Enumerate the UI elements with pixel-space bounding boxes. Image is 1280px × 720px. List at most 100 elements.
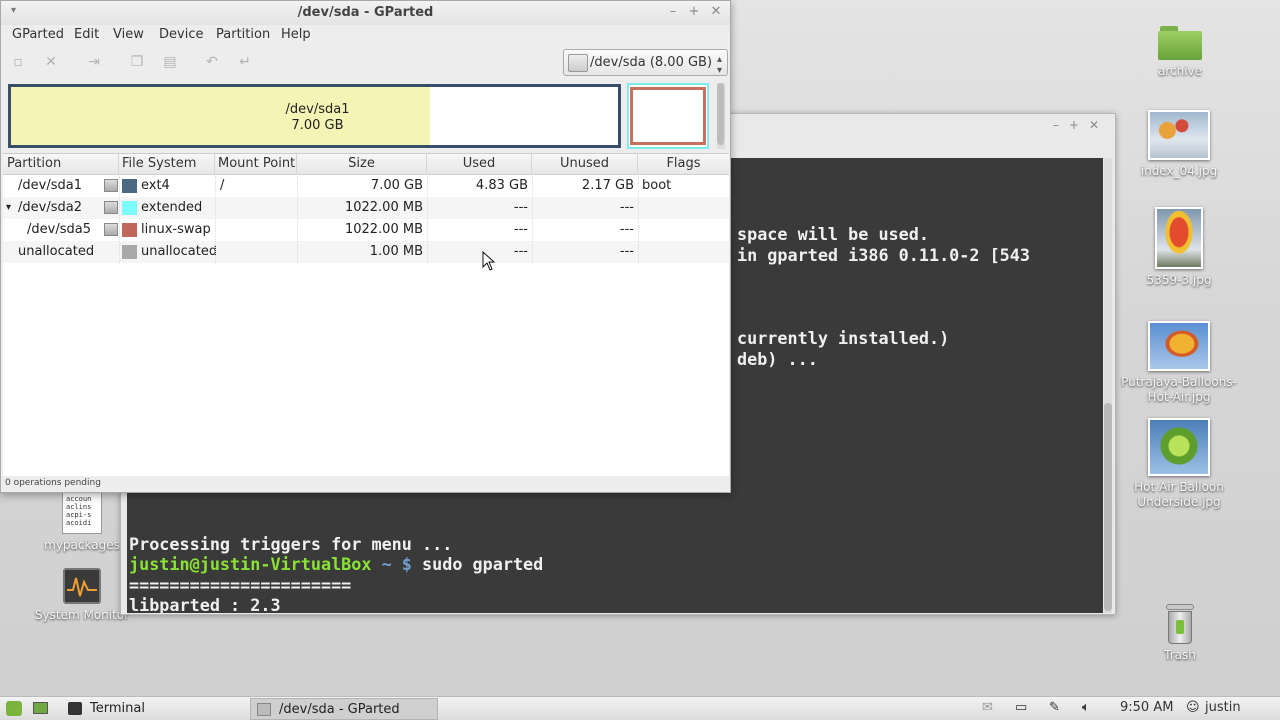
device-selector[interactable]: /dev/sda (8.00 GB) ▴ ▾ [563,49,728,76]
terminal-window-controls[interactable]: –+✕ [1053,118,1109,132]
desktop-icon-hot-air-balloon[interactable]: Hot Air Balloon Underside.jpg [1119,418,1239,510]
volume-icon[interactable]: 🔈︎ [1082,700,1090,715]
mint-menu-icon[interactable] [6,701,22,716]
cell-unused: --- [619,200,634,215]
partition-size: 7.00 GB [291,118,344,133]
image-icon [1148,110,1210,160]
desktop-icon-label: System Monitor [34,608,130,622]
image-icon [1148,321,1210,371]
user-icon[interactable]: ☺ [1186,700,1200,715]
desktop-icon-label: index_04.jpg [1140,164,1218,178]
cell-partition: unallocated [18,244,95,259]
menu-gparted[interactable]: GParted [12,27,64,42]
show-desktop-icon[interactable] [33,702,48,714]
expander-arrow-icon[interactable]: ▾ [6,202,11,213]
disk-map-scrollbar[interactable] [717,83,725,149]
cell-used: --- [513,222,528,237]
terminal-line: currently installed.) [737,328,950,348]
terminal-line: libparted : 2.3 [129,595,281,613]
scrollbar-thumb[interactable] [717,83,725,145]
lock-icon [104,179,118,192]
terminal-line: ====================== [129,575,352,595]
taskbar-item-gparted[interactable]: /dev/sda - GParted [250,698,438,720]
system-monitor-icon [63,568,101,604]
window-title: /dev/sda - GParted [297,5,434,20]
terminal-icon [68,702,82,715]
desktop-icon-5359-3[interactable]: 5359-3.jpg [1119,207,1239,288]
table-row[interactable]: ▾ /dev/sda2 extended 1022.00 MB --- --- [3,197,729,219]
status-bar: 0 operations pending [5,478,101,488]
filesystem-color-swatch [122,223,137,237]
cell-filesystem: unallocated [141,244,218,259]
terminal-line: Processing triggers for menu ... [129,534,453,554]
scrollbar-thumb[interactable] [1104,403,1112,611]
device-label: /dev/sda (8.00 GB) [590,55,713,70]
cell-used: --- [513,244,528,259]
menu-partition[interactable]: Partition [216,27,270,42]
column-header-flags[interactable]: Flags [638,154,729,175]
undo-icon[interactable]: ↶ [203,53,221,71]
battery-icon[interactable]: ▭ [1015,700,1027,715]
desktop-icon-index-04[interactable]: index_04.jpg [1119,110,1239,179]
disk-map-partition-sda1[interactable]: /dev/sda1 7.00 GB [8,84,621,148]
resize-move-icon[interactable]: ⇥ [85,53,103,71]
apply-icon[interactable]: ↵ [236,53,254,71]
cell-size: 7.00 GB [370,178,423,193]
lock-icon [104,223,118,236]
gparted-titlebar[interactable]: ▾ /dev/sda - GParted – + ✕ [1,1,730,25]
menu-help[interactable]: Help [281,27,311,42]
maximize-button[interactable]: + [687,4,701,19]
column-header-filesystem[interactable]: File System [119,154,215,175]
table-row[interactable]: /dev/sda5 linux-swap 1022.00 MB --- --- [3,219,729,241]
text-file-icon: accoun aclins acpi-s acoidi [62,492,102,534]
desktop-icon-putrajaya[interactable]: Putrajaya-Balloons-Hot-Air.jpg [1119,321,1239,405]
column-header-size[interactable]: Size [297,154,427,175]
desktop-icon-label: mypackages [44,538,120,552]
cell-used: --- [513,200,528,215]
gparted-window[interactable]: ▾ /dev/sda - GParted – + ✕ GParted Edit … [0,0,731,493]
cell-filesystem: linux-swap [141,222,211,237]
taskbar-item-terminal[interactable]: Terminal [62,698,247,720]
desktop-icon-archive[interactable]: archive [1120,26,1240,79]
desktop-icon-label: Trash [1164,648,1196,662]
cell-mountpoint: / [220,178,225,193]
delete-partition-icon[interactable]: ✕ [42,53,60,71]
terminal-scrollbar[interactable] [1104,158,1112,613]
copy-icon[interactable]: ❐ [128,53,146,71]
menu-edit[interactable]: Edit [74,27,99,42]
disk-map-partition-swap[interactable] [630,87,706,145]
cell-size: 1.00 MB [369,244,423,259]
close-button[interactable]: ✕ [709,4,723,19]
menu-device[interactable]: Device [159,27,203,42]
cell-used: 4.83 GB [475,178,528,193]
table-row[interactable]: unallocated unallocated 1.00 MB --- --- [3,241,729,263]
prompt-path: ~ $ [381,554,412,574]
column-header-unused[interactable]: Unused [532,154,638,175]
network-icon[interactable]: ✎ [1049,700,1060,715]
disk-map-partition-extended[interactable] [627,83,709,149]
clock[interactable]: 9:50 AM [1120,700,1173,715]
new-partition-icon[interactable]: ▫ [9,53,27,71]
terminal-line: in gparted i386 0.11.0-2 [543 [737,245,1030,265]
desktop-icon-trash[interactable]: Trash [1120,604,1240,663]
desktop-icon-label: Putrajaya-Balloons-Hot-Air.jpg [1121,375,1237,404]
column-header-partition[interactable]: Partition [3,154,119,175]
column-header-used[interactable]: Used [427,154,532,175]
user-name[interactable]: justin [1205,700,1241,715]
filesystem-color-swatch [122,201,137,215]
lock-icon [104,201,118,214]
taskbar: Terminal /dev/sda - GParted ✉ ▭ ✎ 🔈︎ 9:5… [0,696,1280,720]
terminal-prompt-line: justin@justin-VirtualBox ~ $ sudo gparte… [129,554,543,574]
menu-view[interactable]: View [113,27,144,42]
minimize-button[interactable]: – [666,4,680,19]
gparted-icon [257,703,271,716]
table-header: Partition File System Mount Point Size U… [3,154,729,175]
table-row[interactable]: /dev/sda1 ext4 / 7.00 GB 4.83 GB 2.17 GB… [3,175,729,197]
column-header-mountpoint[interactable]: Mount Point [215,154,297,175]
folder-icon [1158,26,1202,60]
gparted-menubar: GParted Edit View Device Partition Help [1,25,730,45]
paste-icon[interactable]: ▤ [161,53,179,71]
mail-icon[interactable]: ✉ [982,700,993,715]
cell-filesystem: ext4 [141,178,170,193]
terminal-line: space will be used. [737,224,929,244]
